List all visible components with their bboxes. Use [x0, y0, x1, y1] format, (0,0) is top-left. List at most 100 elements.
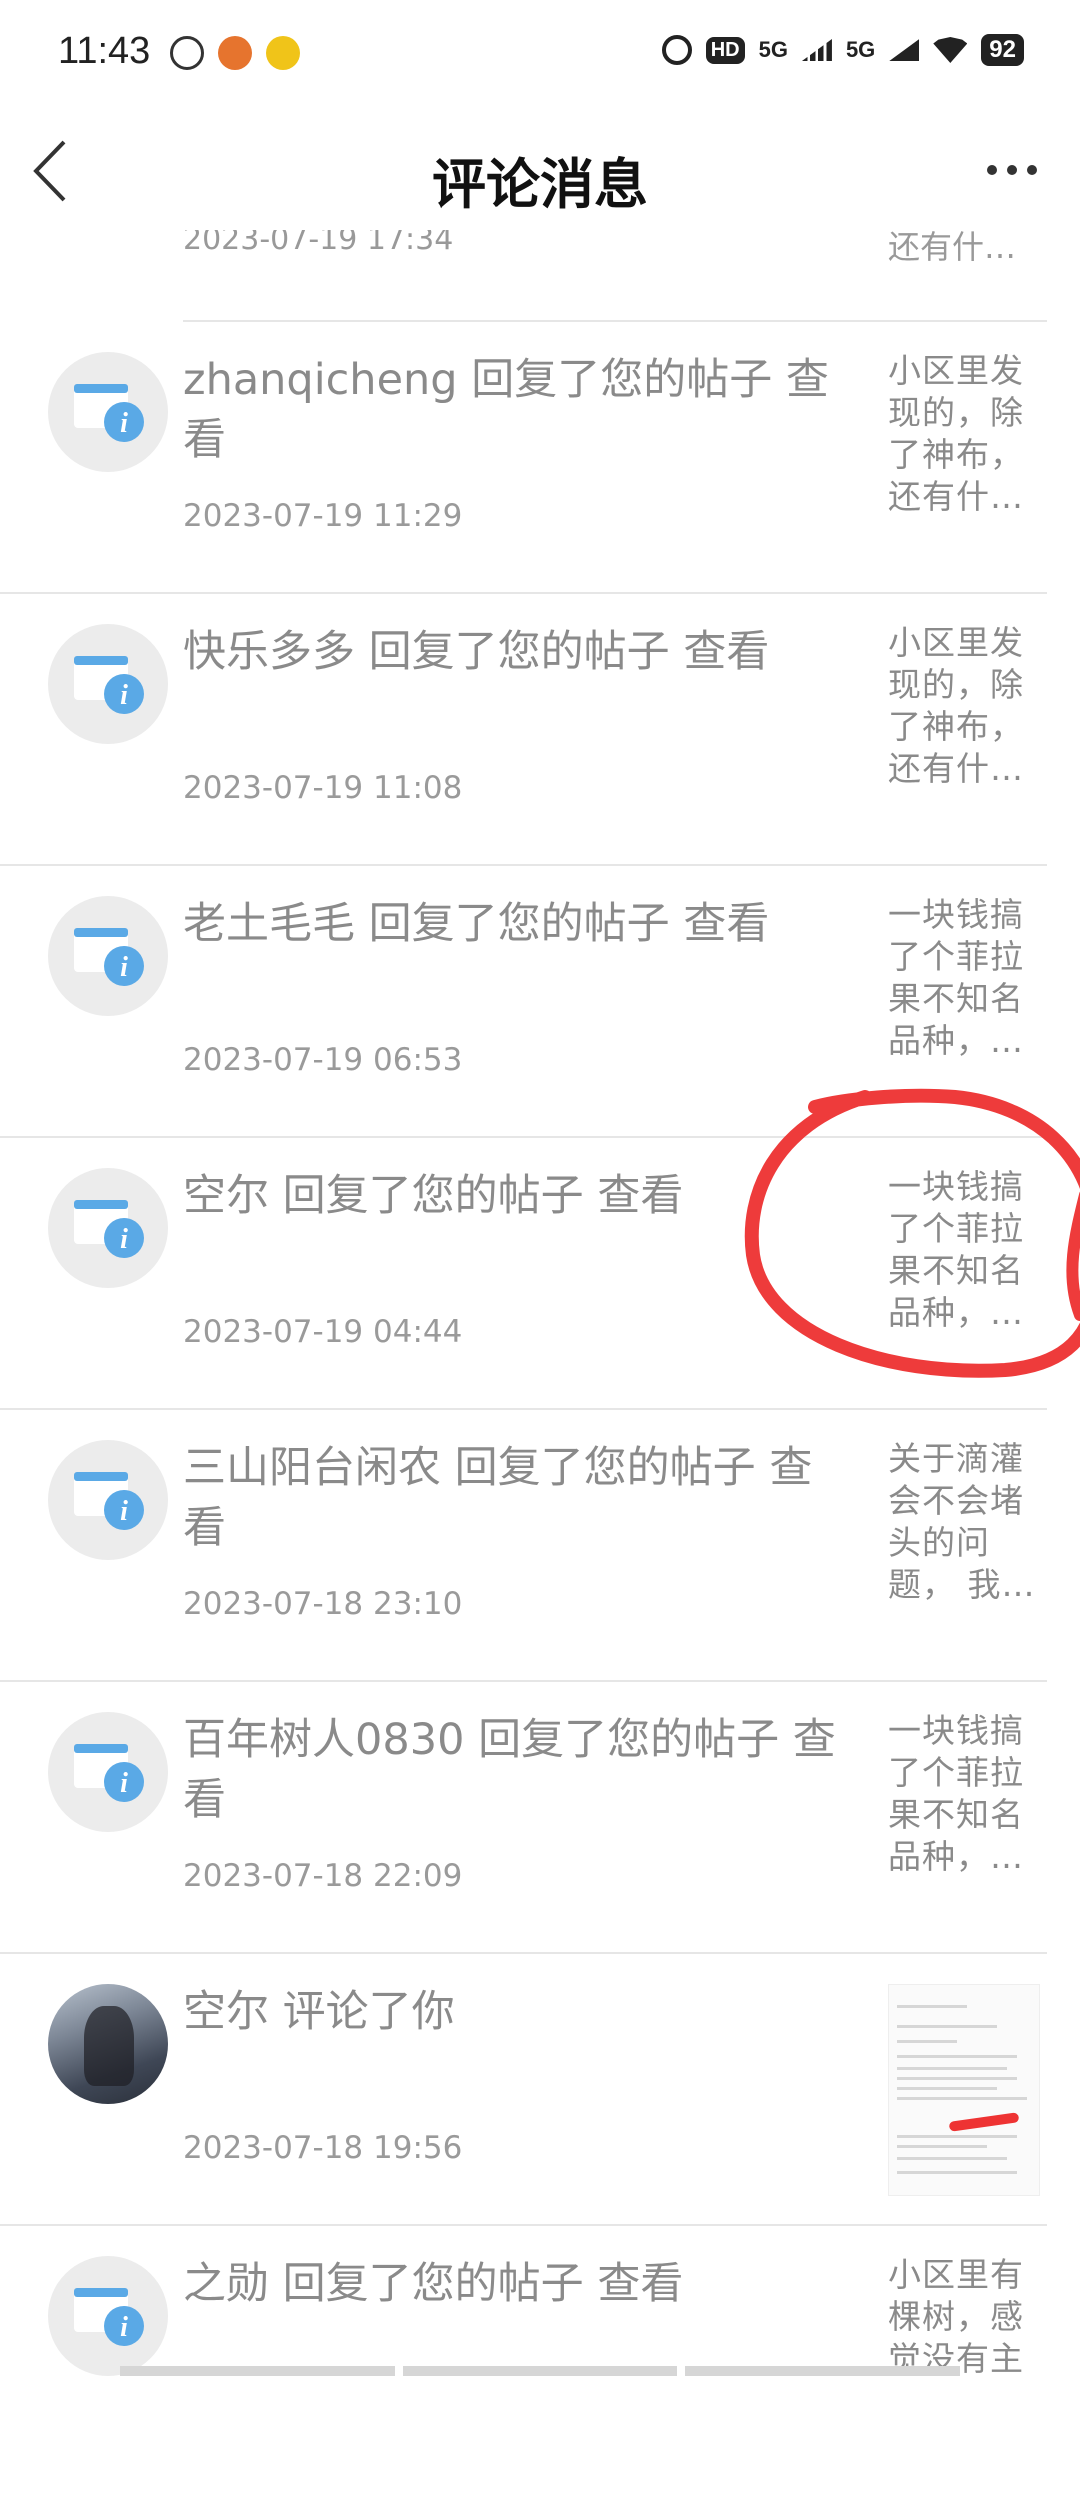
scroll-segment — [120, 2366, 395, 2376]
user-avatar[interactable] — [48, 1984, 168, 2104]
message-text: 之勋 回复了您的帖子 查看 — [183, 2254, 843, 2314]
page-title: 评论消息 — [432, 153, 648, 216]
message-action: 回复了您的帖子 — [269, 2259, 584, 2309]
svg-text:i: i — [120, 1496, 128, 1527]
sender-name: 三山阳台闲农 — [183, 1443, 441, 1493]
message-time: 2023-07-18 22:09 — [183, 1858, 463, 1894]
message-action: 回复了您的帖子 — [457, 355, 773, 405]
post-preview: 一块钱搞了个菲拉果不知名品种，… — [888, 895, 1024, 1060]
info-message-icon: i — [74, 1200, 144, 1258]
sender-name: 老土毛毛 — [183, 899, 355, 949]
thumbnail-line — [897, 2171, 1017, 2174]
svg-text:i: i — [120, 1768, 128, 1799]
signal-5g-label: 5G — [758, 37, 788, 62]
info-message-icon: i — [74, 1472, 144, 1530]
message-text: 空尔 回复了您的帖子 查看 — [183, 1166, 843, 1226]
view-link[interactable]: 查看 — [584, 1171, 683, 1221]
list-item[interactable]: i 快乐多多 回复了您的帖子 查看 2023-07-19 11:08 小区里发现的，除… — [0, 594, 1047, 866]
message-action: 回复了您的帖子 — [355, 899, 670, 949]
scroll-segment — [685, 2366, 961, 2376]
view-link[interactable]: 查看 — [670, 899, 769, 949]
list-item[interactable]: i 三山阳台闲农 回复了您的帖子 查看 2023-07-18 23:10 关于滴灌会不… — [0, 1410, 1047, 1682]
message-text: 百年树人0830 回复了您的帖子 查看 — [183, 1710, 843, 1830]
hd-badge: HD — [705, 36, 745, 64]
list-item[interactable]: i 老土毛毛 回复了您的帖子 查看 2023-07-19 06:53 一块钱搞了个菲拉… — [0, 866, 1047, 1138]
message-time: 2023-07-18 23:10 — [183, 1586, 463, 1622]
battery-level: 92 — [981, 34, 1024, 66]
sender-name: 百年树人0830 — [183, 1715, 465, 1765]
thumbnail-line — [897, 2067, 1007, 2070]
sender-name: 之勋 — [183, 2259, 269, 2309]
message-time: 2023-07-19 17:34 — [183, 230, 454, 257]
info-avatar[interactable]: i — [48, 896, 168, 1016]
sender-name: 空尔 — [183, 1987, 269, 2037]
info-message-icon: i — [74, 384, 144, 442]
thumbnail-line — [897, 2077, 1017, 2080]
screenshot-thumbnail[interactable] — [888, 1984, 1040, 2196]
thumbnail-line — [897, 2025, 997, 2028]
signal-5g-label-2: 5G — [845, 37, 876, 62]
scroll-indicator — [120, 2366, 961, 2376]
svg-text:i: i — [120, 408, 128, 439]
message-action: 评论了你 — [269, 1987, 455, 2037]
info-avatar[interactable]: i — [48, 624, 168, 744]
message-text: zhanqicheng 回复了您的帖子 查看 — [183, 350, 843, 470]
message-time: 2023-07-18 19:56 — [183, 2130, 463, 2166]
list-item[interactable]: 空尔 评论了你 2023-07-18 19:56 — [0, 1954, 1047, 2226]
more-options-icon[interactable] — [984, 160, 1040, 180]
sender-name: 空尔 — [183, 1171, 269, 1221]
post-preview: 一块钱搞了个菲拉果不知名品种，… — [888, 1167, 1024, 1332]
info-avatar[interactable]: i — [48, 1168, 168, 1288]
post-preview: 关于滴灌会不会堵头的问题， 我… — [888, 1439, 1036, 1604]
message-action: 回复了您的帖子 — [441, 1443, 756, 1493]
signal-icon — [889, 39, 920, 61]
view-link[interactable]: 查看 — [584, 2259, 683, 2309]
thumbnail-line — [897, 2145, 987, 2148]
info-avatar[interactable]: i — [48, 352, 168, 472]
message-text: 空尔 评论了你 — [183, 1982, 843, 2042]
sender-name: zhanqicheng — [183, 355, 458, 405]
page-header: 评论消息 — [0, 110, 1080, 230]
thumbnail-line — [897, 2157, 1007, 2160]
thumbnail-line — [897, 2135, 1017, 2138]
thumbnail-line — [897, 2040, 957, 2043]
post-preview: 还有什… — [888, 230, 1017, 266]
info-avatar[interactable]: i — [48, 1712, 168, 1832]
post-preview: 一块钱搞了个菲拉果不知名品种，… — [888, 1711, 1024, 1876]
svg-text:i: i — [120, 1224, 128, 1255]
list-item[interactable]: i zhanqicheng 回复了您的帖子 查看 2023-07-19 11:29 小… — [0, 322, 1047, 594]
list-item[interactable]: i 空尔 回复了您的帖子 查看 2023-07-19 04:44 一块钱搞了个菲拉果不… — [0, 1138, 1047, 1410]
thumbnail-line — [897, 2097, 1027, 2100]
thumbnail-line — [897, 2005, 967, 2008]
scroll-segment — [402, 2366, 678, 2376]
post-preview: 小区里发现的，除了神布，还有什… — [888, 351, 1024, 516]
signal-icon — [801, 39, 832, 61]
message-time: 2023-07-19 11:29 — [183, 498, 463, 534]
message-action: 回复了您的帖子 — [269, 1171, 584, 1221]
message-text: 快乐多多 回复了您的帖子 查看 — [183, 622, 843, 682]
post-preview: 小区里有棵树，感觉没有主 — [888, 2255, 1024, 2378]
info-message-icon: i — [74, 1744, 144, 1802]
info-avatar[interactable]: i — [48, 1440, 168, 1560]
message-time: 2023-07-19 11:08 — [183, 770, 463, 806]
thumbnail-line — [897, 2087, 997, 2090]
svg-text:i: i — [120, 680, 128, 711]
view-link[interactable]: 查看 — [670, 627, 769, 677]
status-indicators: HD 5G 5G 92 — [661, 34, 1024, 66]
post-preview: 小区里发现的，除了神布，还有什… — [888, 623, 1024, 788]
list-item-partial[interactable]: 2023-07-19 17:34 还有什… — [0, 230, 1080, 320]
message-action: 回复了您的帖子 — [355, 627, 670, 677]
sender-name: 快乐多多 — [183, 627, 355, 677]
wifi-icon — [933, 37, 968, 63]
status-bar: 11:43 HD 5G 5G 92 — [0, 0, 1080, 110]
list-item[interactable]: i 百年树人0830 回复了您的帖子 查看 2023-07-18 22:09 一块钱搞… — [0, 1682, 1047, 1954]
info-avatar[interactable]: i — [48, 2256, 168, 2376]
message-list: 2023-07-19 17:34 还有什… i zhanqicheng 回复了您的… — [0, 230, 1080, 2496]
list-item[interactable]: i 之勋 回复了您的帖子 查看 小区里有棵树，感觉没有主 — [0, 2226, 1047, 2496]
status-notification-icons — [170, 36, 300, 70]
message-time: 2023-07-19 04:44 — [183, 1314, 463, 1350]
redaction-mark — [948, 2112, 1020, 2132]
message-text: 三山阳台闲农 回复了您的帖子 查看 — [183, 1438, 843, 1558]
info-message-icon: i — [74, 656, 144, 714]
alarm-icon — [661, 35, 692, 65]
